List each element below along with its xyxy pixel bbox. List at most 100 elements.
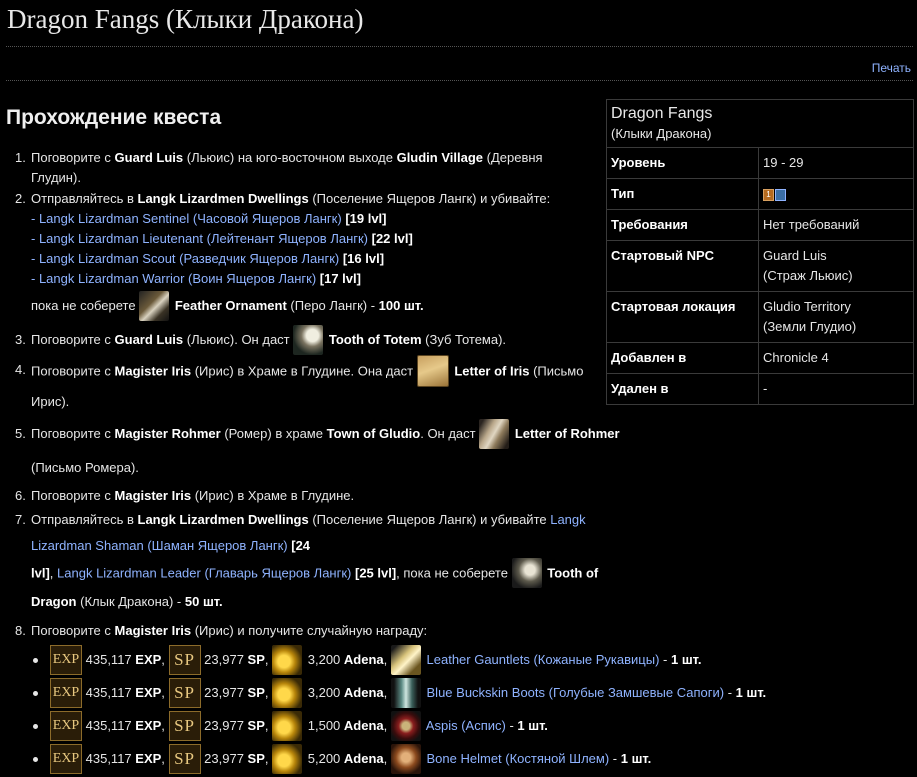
step-5: 5. Поговорите с Magister Rohmer (Ромер) … [15, 417, 631, 485]
reward-item-link[interactable]: Leather Gauntlets (Кожаные Рукавицы) [427, 652, 660, 667]
section-title: Прохождение квеста [6, 106, 222, 129]
print-link[interactable]: Печать [872, 61, 911, 75]
reward-list: EXP 435,117 EXP, SP 23,977 SP, 3,200 Ade… [25, 644, 766, 777]
step-text: (Ирис) в Храме в Глудине. [191, 488, 355, 503]
mob-link[interactable]: Langk Lizardman Lieutenant (Лейтенант Ящ… [39, 231, 368, 246]
mob-link[interactable]: Langk Lizardman Leader (Главарь Ящеров Л… [57, 565, 351, 580]
sp-icon: SP [168, 644, 201, 675]
sp-label: SP [247, 652, 265, 667]
divider [6, 46, 913, 47]
infobox-row-start-location: Стартовая локация Gludio Territory (Земли… [606, 291, 914, 343]
mob-link[interactable]: Langk Lizardman Warrior (Воин Ящеров Лан… [39, 271, 316, 286]
step-text: Ирис). [31, 394, 70, 409]
step-text: (Ирис) в Храме в Глудине. Она даст [191, 363, 417, 379]
step-text: (Льюис) на юго-восточном выходе [183, 150, 397, 165]
infobox-row-requirements: Требования Нет требований [606, 209, 914, 241]
infobox-value: - [758, 373, 914, 405]
npc-name: Magister Rohmer [114, 426, 221, 441]
step-8: 8. Поговорите с Magister Iris (Ирис) и п… [15, 621, 766, 777]
step-text: Отправляйтесь в [31, 512, 138, 527]
step-2: 2. Отправляйтесь в Langk Lizardmen Dwell… [15, 189, 631, 323]
step-text: Поговорите с [31, 488, 115, 503]
adena-label: Adena [343, 718, 384, 733]
quest-steps: 1. Поговорите с Guard Luis (Льюис) на юг… [0, 148, 766, 777]
adena-label: Adena [343, 652, 384, 667]
sp-icon: SP [168, 677, 201, 708]
dash: - [31, 231, 39, 246]
reward-item-link[interactable]: Bone Helmet (Костяной Шлем) [427, 751, 610, 766]
reward-item: EXP 435,117 EXP, SP 23,977 SP, 3,200 Ade… [25, 644, 702, 678]
mob-line: - Langk Lizardman Warrior (Воин Ящеров Л… [31, 269, 631, 289]
npc-name: Guard Luis [114, 332, 184, 347]
reward-item: EXP 435,117 EXP, SP 23,977 SP, 1,500 Ade… [25, 710, 631, 744]
location-name: Langk Lizardmen Dwellings [137, 191, 309, 206]
start-location-name: Gludio Territory [763, 299, 851, 314]
mob-line: - Langk Lizardman Scout (Разведчик Ящеро… [31, 249, 631, 269]
npc-name: Magister Iris [114, 488, 192, 503]
gauntlets-icon [390, 644, 421, 675]
exp-label: EXP [135, 718, 162, 733]
letter-of-iris-icon [416, 355, 449, 387]
mob-level: [24 [287, 538, 311, 553]
mob-level: [17 lvl] [316, 271, 361, 286]
infobox-value: Gludio Territory (Земли Глудио) [758, 291, 914, 343]
adena-icon [272, 710, 303, 741]
reward-item: EXP 435,117 EXP, SP 23,977 SP, 3,200 Ade… [25, 677, 766, 711]
reward-item-link[interactable]: Aspis (Аспис) [426, 718, 506, 733]
reward-quantity: 1 шт. [517, 718, 548, 733]
divider [6, 80, 913, 81]
reward-item-link[interactable]: Blue Buckskin Boots (Голубые Замшевые Са… [427, 685, 725, 700]
step-text: (Клык Дракона) - [76, 594, 185, 609]
step-number: 3. [15, 332, 26, 347]
step-text: Поговорите с [31, 150, 115, 165]
infobox-quest-name: Dragon Fangs [611, 105, 713, 122]
sp-value: 23,977 [204, 685, 244, 700]
infobox-quest-name-ru: (Клыки Дракона) [611, 126, 712, 141]
adena-icon [272, 677, 303, 708]
step-text: Поговорите с [31, 332, 115, 347]
step-number: 5. [15, 426, 26, 441]
shield-icon [390, 710, 421, 741]
step-number: 6. [15, 488, 26, 503]
start-npc-name-ru: (Страж Льюис) [763, 268, 853, 283]
exp-value: 435,117 [85, 685, 132, 700]
adena-label: Adena [343, 685, 384, 700]
reward-quantity: 1 шт. [735, 685, 767, 700]
mob-link[interactable]: Langk Lizardman Scout (Разведчик Ящеров … [39, 251, 339, 266]
infobox-header: Dragon Fangs (Клыки Дракона) [606, 99, 914, 148]
exp-label: EXP [135, 685, 162, 700]
location-name: Town of Gludio [326, 426, 421, 441]
feather-ornament-icon [139, 290, 170, 321]
page-title: Dragon Fangs (Клыки Дракона) [7, 4, 364, 34]
step-7: 7. Отправляйтесь в Langk Lizardmen Dwell… [15, 507, 631, 615]
quest-repeat-icon [775, 188, 786, 201]
step-text: Поговорите с [31, 363, 115, 379]
adena-value: 3,200 [307, 685, 341, 700]
step-text: . Он даст [420, 426, 480, 441]
reward-item: EXP 435,117 EXP, SP 23,977 SP, 5,200 Ade… [25, 743, 651, 777]
exp-icon: EXP [50, 644, 82, 675]
exp-icon: EXP [50, 710, 82, 741]
exp-value: 435,117 [85, 718, 132, 733]
tooth-of-totem-icon [293, 324, 324, 355]
infobox-value: 19 - 29 [758, 147, 914, 179]
mob-link[interactable]: Langk Lizardman Sentinel (Часовой Ящеров… [39, 211, 342, 226]
step-text: , [49, 565, 58, 581]
step-1: 1. Поговорите с Guard Luis (Льюис) на юг… [15, 148, 631, 188]
infobox-row-removed: Удален в - [606, 373, 914, 405]
step-text: пока не соберете [31, 298, 140, 313]
sp-icon: SP [168, 743, 201, 774]
npc-name: Magister Iris [114, 623, 192, 638]
item-name: Tooth of Totem [328, 332, 422, 347]
step-number: 8. [15, 623, 26, 638]
mob-level: [22 lvl] [368, 231, 413, 246]
exp-label: EXP [135, 652, 162, 667]
infobox-value: Нет требований [758, 209, 914, 241]
adena-value: 1,500 [307, 718, 341, 733]
item-name: Letter of Iris [454, 363, 530, 379]
npc-name: Guard Luis [114, 150, 184, 165]
sp-value: 23,977 [204, 718, 244, 733]
sp-value: 23,977 [204, 751, 244, 766]
sp-label: SP [247, 685, 265, 700]
step-6: 6. Поговорите с Magister Iris (Ирис) в Х… [15, 485, 631, 507]
